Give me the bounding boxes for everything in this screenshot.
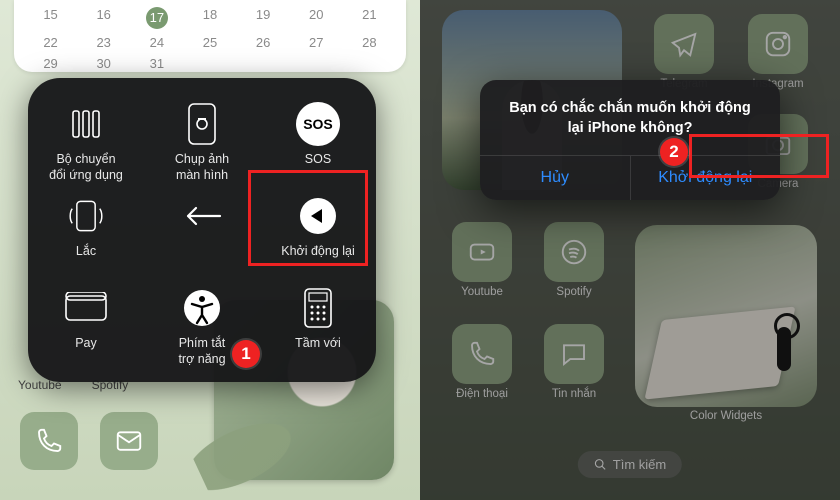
back-button[interactable] xyxy=(144,188,260,280)
mail-icon xyxy=(114,426,144,456)
shake-button[interactable]: Lắc xyxy=(28,188,144,280)
reachability-label: Tầm với xyxy=(291,336,345,352)
screenshot-icon xyxy=(180,102,224,146)
step-1-badge: 1 xyxy=(232,340,260,368)
calendar-day[interactable]: 23 xyxy=(77,32,130,53)
calendar-day[interactable]: 20 xyxy=(290,4,343,32)
calendar-row: 22 23 24 25 26 27 28 xyxy=(24,32,396,53)
left-pane: 15 16 17 18 19 20 21 22 23 24 25 26 27 2… xyxy=(0,0,420,500)
back-arrow-icon xyxy=(180,194,224,238)
dock-row xyxy=(20,412,158,470)
sos-icon: SOS xyxy=(296,102,340,146)
restart-confirm-dialog: Bạn có chắc chắn muốn khởi động lại iPho… xyxy=(480,80,780,200)
calendar-day[interactable]: 27 xyxy=(290,32,343,53)
shake-label: Lắc xyxy=(72,244,100,260)
calendar-day[interactable]: 21 xyxy=(343,4,396,32)
calendar-widget[interactable]: 15 16 17 18 19 20 21 22 23 24 25 26 27 2… xyxy=(14,0,406,72)
calendar-day[interactable]: 26 xyxy=(237,32,290,53)
screenshot-button[interactable]: Chụp ảnh màn hình xyxy=(144,96,260,188)
apple-pay-label: Pay xyxy=(71,336,101,352)
phone-icon xyxy=(34,426,64,456)
calculator-icon xyxy=(296,286,340,330)
confirm-button-row: Hủy Khởi động lại xyxy=(480,155,780,200)
calendar-day[interactable]: 29 xyxy=(24,53,77,74)
calendar-day[interactable]: 19 xyxy=(237,4,290,32)
app-switcher-button[interactable]: Bộ chuyển đổi ứng dụng xyxy=(28,96,144,188)
calendar-day[interactable]: 17 xyxy=(130,4,183,32)
calendar-day[interactable] xyxy=(343,53,396,74)
calendar-day[interactable] xyxy=(290,53,343,74)
confirm-message: Bạn có chắc chắn muốn khởi động lại iPho… xyxy=(480,80,780,155)
sos-circle: SOS xyxy=(296,102,340,146)
calendar-day[interactable]: 24 xyxy=(130,32,183,53)
calendar-day[interactable]: 28 xyxy=(343,32,396,53)
step-2-badge: 2 xyxy=(660,138,688,166)
phone-app-icon[interactable] xyxy=(20,412,78,470)
screenshot-label: Chụp ảnh màn hình xyxy=(171,152,233,183)
calendar-day[interactable] xyxy=(183,53,236,74)
restart-label: Khởi động lại xyxy=(277,244,359,260)
calendar-day[interactable] xyxy=(237,53,290,74)
accessibility-icon xyxy=(180,286,224,330)
calendar-day[interactable]: 31 xyxy=(130,53,183,74)
calendar-day[interactable]: 16 xyxy=(77,4,130,32)
assistive-touch-panel: Bộ chuyển đổi ứng dụng Chụp ảnh màn hình… xyxy=(28,78,376,382)
mail-app-icon[interactable] xyxy=(100,412,158,470)
restart-icon xyxy=(296,194,340,238)
dim-overlay xyxy=(420,0,840,500)
calendar-day[interactable]: 18 xyxy=(183,4,236,32)
app-switcher-label: Bộ chuyển đổi ứng dụng xyxy=(45,152,127,183)
reachability-button[interactable]: Tầm với xyxy=(260,280,376,372)
restart-button[interactable]: Khởi động lại xyxy=(260,188,376,280)
cancel-button[interactable]: Hủy xyxy=(480,156,630,200)
calendar-day[interactable]: 30 xyxy=(77,53,130,74)
sos-label: SOS xyxy=(301,152,335,168)
calendar-day[interactable]: 15 xyxy=(24,4,77,32)
calendar-today[interactable]: 17 xyxy=(146,7,168,29)
app-switcher-icon xyxy=(64,102,108,146)
calendar-day[interactable]: 25 xyxy=(183,32,236,53)
shake-icon xyxy=(64,194,108,238)
apple-pay-button[interactable]: Pay xyxy=(28,280,144,372)
accessibility-label: Phím tắt trợ năng xyxy=(174,336,229,367)
sos-button[interactable]: SOS SOS xyxy=(260,96,376,188)
confirm-restart-button[interactable]: Khởi động lại xyxy=(630,156,781,200)
calendar-row: 29 30 31 xyxy=(24,53,396,74)
apple-pay-icon xyxy=(64,286,108,330)
calendar-day[interactable]: 22 xyxy=(24,32,77,53)
right-pane: Telegram Instagram Camera Youtube Spotif… xyxy=(420,0,840,500)
calendar-row: 15 16 17 18 19 20 21 xyxy=(24,4,396,32)
